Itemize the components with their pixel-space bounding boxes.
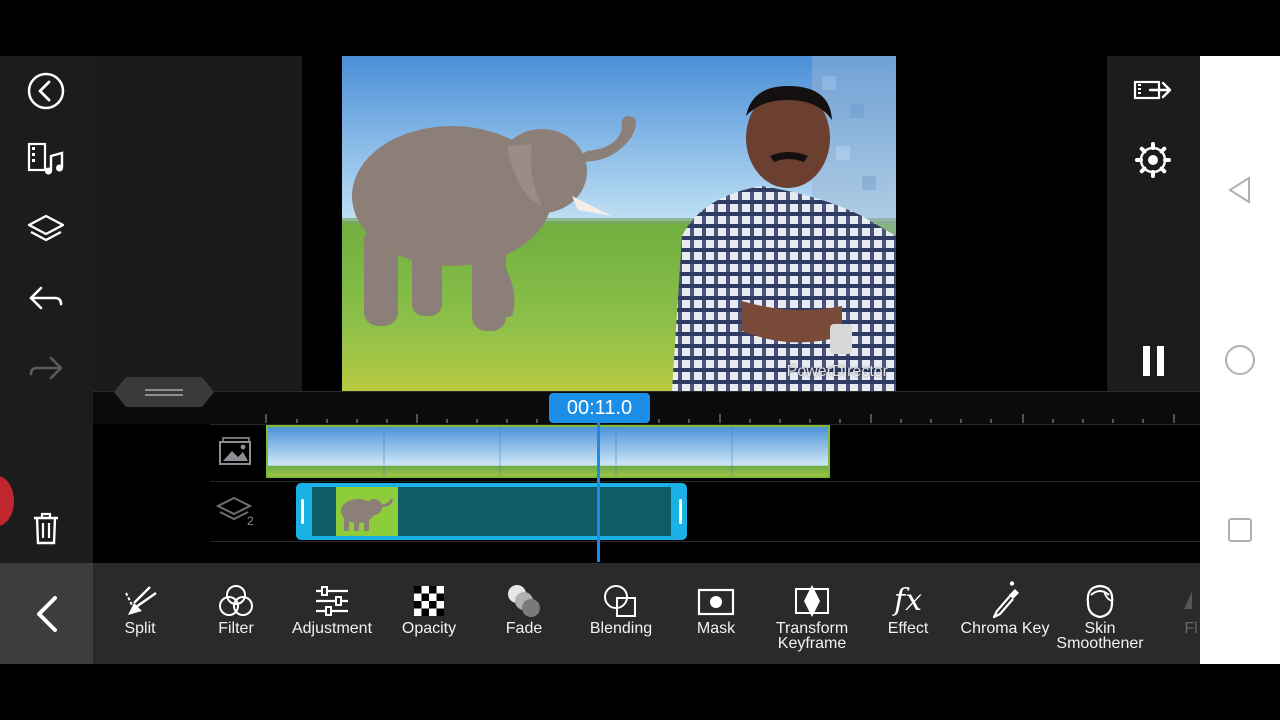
overlay-clip-left-handle[interactable] [301, 499, 304, 524]
settings-button[interactable] [1129, 136, 1177, 184]
fx-icon: fx [893, 583, 923, 618]
android-nav-bar [1200, 56, 1280, 664]
delete-button[interactable] [22, 504, 70, 552]
gear-icon [1135, 142, 1171, 178]
overlay-clip-thumbnail [336, 487, 398, 536]
tool-split[interactable]: Split [92, 581, 188, 661]
fade-icon [508, 585, 540, 617]
tool-skin-smoothener[interactable]: Skin Smoothener [1052, 581, 1148, 661]
tool-chroma-key[interactable]: Chroma Key [957, 581, 1053, 661]
layers-button[interactable] [22, 206, 70, 254]
pause-icon [1143, 346, 1164, 376]
flip-icon [1184, 591, 1192, 609]
tool-chroma-key-label: Chroma Key [960, 620, 1050, 637]
tool-skin-smoothener-label: Skin Smoothener [1056, 620, 1144, 652]
tool-mask[interactable]: Mask [668, 581, 764, 661]
overlay-clip-right-handle[interactable] [679, 499, 682, 524]
right-rail [1107, 56, 1200, 391]
redo-button[interactable] [22, 344, 70, 392]
tool-blending-label: Blending [589, 620, 653, 637]
tool-split-label: Split [124, 620, 156, 637]
track-labels: 2 [210, 424, 265, 563]
pause-button[interactable] [1129, 336, 1177, 384]
media-button[interactable] [22, 136, 70, 184]
redo-icon [29, 356, 63, 380]
circle-home-icon [1225, 345, 1255, 375]
image-track-icon [219, 437, 251, 465]
tool-adjustment-label: Adjustment [291, 620, 373, 637]
blending-icon [604, 585, 636, 617]
nav-recents-button[interactable] [1222, 512, 1258, 548]
filter-icon [219, 585, 253, 616]
undo-button[interactable] [22, 274, 70, 322]
square-recents-icon [1228, 518, 1252, 542]
back-button[interactable] [22, 67, 70, 115]
mask-icon [697, 588, 735, 616]
left-rail [0, 56, 93, 563]
layers-icon [27, 214, 65, 242]
top-letterbox [0, 0, 1200, 56]
track-divider [210, 481, 1200, 482]
panel-resize-handle[interactable] [114, 377, 214, 407]
tool-effect[interactable]: fx Effect [860, 581, 956, 661]
trash-icon [34, 512, 58, 545]
tool-flip-label: Fl [1184, 620, 1198, 637]
video-preview[interactable]: PowerDirector [342, 56, 896, 391]
current-time-badge: 00:11.0 [549, 393, 650, 423]
media-music-icon [27, 142, 64, 175]
tool-mask-label: Mask [696, 620, 736, 637]
sliders-icon [316, 586, 348, 616]
keyframe-diamond-icon [795, 585, 829, 617]
bottom-letterbox [0, 664, 1280, 720]
nav-home-button[interactable] [1222, 342, 1258, 378]
tool-blending[interactable]: Blending [573, 581, 669, 661]
export-icon [1133, 80, 1172, 100]
edit-toolbar: Split Filter Adjustment Opacity Fade Ble… [0, 563, 1200, 664]
tool-opacity-label: Opacity [401, 620, 457, 637]
video-frame-image [342, 56, 896, 391]
chevron-left-icon [36, 595, 57, 632]
checkerboard-icon [414, 586, 444, 616]
eyedropper-icon [992, 581, 1019, 619]
preview-letterbox-right [896, 56, 1107, 391]
video-clip-thumbnails [268, 427, 828, 476]
tool-transform-keyframe-label: Transform Keyframe [775, 620, 849, 652]
tool-flip[interactable]: Fl [1148, 581, 1200, 661]
export-button[interactable] [1129, 66, 1177, 114]
watermark: PowerDirector [786, 363, 888, 380]
tool-opacity[interactable]: Opacity [381, 581, 477, 661]
split-icon [125, 586, 157, 615]
undo-icon [29, 286, 63, 310]
tool-effect-label: Effect [887, 620, 929, 637]
playhead[interactable] [597, 420, 600, 562]
preview-side-panel [93, 56, 302, 391]
toolbar-back-button[interactable] [0, 563, 93, 664]
tool-filter-label: Filter [218, 620, 254, 637]
triangle-back-icon [1228, 176, 1250, 204]
track-divider [210, 541, 1200, 542]
face-icon [1086, 584, 1114, 619]
tool-transform-keyframe[interactable]: Transform Keyframe [764, 581, 860, 661]
tool-fade[interactable]: Fade [476, 581, 572, 661]
video-clip[interactable] [266, 425, 830, 478]
back-circle-icon [27, 72, 65, 110]
tool-adjustment[interactable]: Adjustment [284, 581, 380, 661]
preview-letterbox-left [302, 56, 342, 391]
overlay-track-number: 2 [247, 514, 254, 528]
nav-back-button[interactable] [1222, 172, 1258, 208]
overlay-clip[interactable] [296, 483, 687, 540]
tool-fade-label: Fade [505, 620, 543, 637]
tool-filter[interactable]: Filter [188, 581, 284, 661]
